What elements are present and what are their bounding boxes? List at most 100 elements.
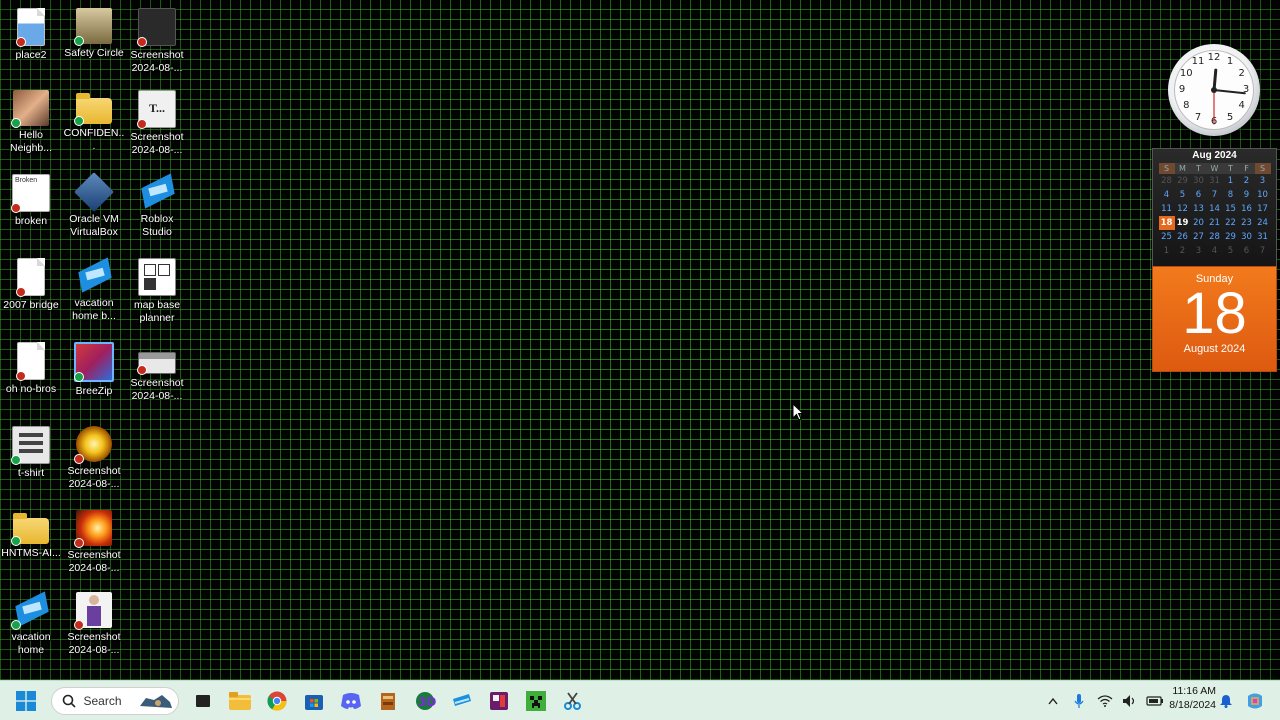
windows-logo-icon [16,691,36,711]
microphone-button[interactable] [1068,685,1090,717]
calendar-day-cell[interactable]: 15 [1223,202,1239,216]
calendar-day-cell[interactable]: 6 [1191,188,1207,202]
calendar-gadget[interactable]: Aug 2024 S M T W T F S 28 29 30 31 1 2 3 4 5 6 7 8 9 10 11 12 1… [1152,148,1277,267]
microsoft-store-button[interactable] [298,685,330,717]
notifications-button[interactable] [1215,685,1237,717]
calendar-day-cell[interactable]: 5 [1223,244,1239,258]
desktop-icon-label: Screenshot 2024-08-... [130,377,184,402]
game-shortcut-icon [11,90,49,128]
desktop-icon-safety-circle[interactable]: Safety Circle [63,6,125,60]
taskbar-clock[interactable]: 11:16 AM 8/18/2024 [1160,684,1216,712]
calendar-day-cell[interactable]: 29 [1175,174,1191,188]
date-gadget[interactable]: Sunday 18 August 2024 [1152,266,1277,372]
chrome-button[interactable] [261,685,293,717]
sync-ok-icon [11,536,21,546]
desktop-icon-broken[interactable]: Broken broken [0,172,62,228]
desktop-icon-label: Screenshot 2024-08-... [130,49,184,74]
desktop-icon-screenshot-5[interactable]: Screenshot 2024-08-... [63,424,125,491]
roblox-studio-icon [139,174,175,210]
calendar-day-cell[interactable]: 17 [1255,202,1271,216]
desktop-icon-screenshot-1[interactable]: Screenshot 2024-08-... [126,6,188,75]
snipping-tool-button[interactable] [557,685,589,717]
analog-clock-gadget[interactable]: 121234567891011 [1168,44,1260,136]
calendar-day-cell[interactable]: 24 [1255,216,1271,230]
taskbar-app-2[interactable]: 3D [409,685,441,717]
calendar-day-cell[interactable]: 10 [1255,188,1271,202]
discord-icon [340,693,361,709]
calendar-day-cell[interactable]: 30 [1191,174,1207,188]
desktop-icon-confidential[interactable]: CONFIDEN... [63,88,125,153]
calendar-day-cell[interactable]: 30 [1239,230,1255,244]
taskbar-search-box[interactable]: Search [50,687,179,715]
file-explorer-button[interactable] [224,685,256,717]
desktop-icon-place2[interactable]: place2 [0,6,62,62]
calendar-day-cell[interactable]: 1 [1223,174,1239,188]
calendar-day-cell[interactable]: 13 [1191,202,1207,216]
desktop-icon-vacation-home[interactable]: vacation home [0,590,62,657]
calendar-day-cell[interactable]: 29 [1223,230,1239,244]
calendar-day-cell[interactable]: 11 [1159,202,1175,216]
desktop-icon-vacation-home-b[interactable]: vacation home b... [63,256,125,323]
calendar-day-cell[interactable]: 7 [1255,244,1271,258]
calendar-day-cell[interactable]: 8 [1223,188,1239,202]
desktop-icon-breezip[interactable]: BreeZip [63,340,125,398]
desktop-icon-t-shirt[interactable]: t-shirt [0,424,62,480]
calendar-day-cell[interactable]: 28 [1159,174,1175,188]
search-highlight-icon [139,695,172,708]
calendar-day-cell[interactable]: 22 [1223,216,1239,230]
start-button[interactable] [10,685,42,717]
taskbar-app-1[interactable] [372,685,404,717]
desktop-icon-hntms-ai[interactable]: HNTMS-AI... [0,508,62,560]
taskbar-app-3[interactable] [483,685,515,717]
calendar-day-cell[interactable]: 7 [1207,188,1223,202]
sync-ok-icon [11,118,21,128]
calendar-day-cell[interactable]: 31 [1207,174,1223,188]
calendar-day-cell[interactable]: 23 [1239,216,1255,230]
wifi-button[interactable] [1095,685,1115,717]
calendar-day-cell[interactable]: 3 [1255,174,1271,188]
desktop-icon-oh-no-bros[interactable]: oh no-bros [0,340,62,396]
desktop-icon-screenshot-7[interactable]: Screenshot 2024-08-... [63,590,125,657]
calendar-day-cell[interactable]: 20 [1191,216,1207,230]
minecraft-button[interactable] [520,685,552,717]
calendar-day-cell[interactable]: 25 [1159,230,1175,244]
calendar-day-cell[interactable]: 1 [1159,244,1175,258]
calendar-day-cell[interactable]: 4 [1159,188,1175,202]
desktop-icon-label: 2007 bridge [3,299,59,311]
calendar-day-cell[interactable]: 16 [1239,202,1255,216]
volume-button[interactable] [1120,685,1140,717]
calendar-day-cell[interactable]: 5 [1175,188,1191,202]
calendar-day-cell[interactable]: 12 [1175,202,1191,216]
calendar-today-cell[interactable]: 18 [1158,216,1175,230]
calendar-day-cell[interactable]: 2 [1175,244,1191,258]
desktop-icon-screenshot-6[interactable]: Screenshot 2024-08-... [63,508,125,575]
desktop-icon-2007-bridge[interactable]: 2007 bridge [0,256,62,312]
calendar-day-cell[interactable]: 9 [1239,188,1255,202]
image-file-icon [11,426,50,465]
desktop-icon-roblox-studio[interactable]: Roblox Studio [126,172,188,239]
calendar-day-cell[interactable]: 2 [1239,174,1255,188]
desktop-icon-screenshot-4[interactable]: Screenshot 2024-08-... [126,340,188,403]
clock-number: 9 [1178,84,1186,95]
copilot-button[interactable] [1242,685,1268,717]
calendar-day-cell[interactable]: 6 [1239,244,1255,258]
calendar-day-cell[interactable]: 26 [1175,230,1191,244]
desktop-icon-label: HNTMS-AI... [1,547,61,559]
calendar-day-cell[interactable]: 27 [1191,230,1207,244]
desktop-icon-map-base-planner[interactable]: map base planner [126,256,188,325]
roblox-studio-taskbar-button[interactable] [446,685,478,717]
calendar-day-cell[interactable]: 4 [1207,244,1223,258]
calendar-day-cell[interactable]: 28 [1207,230,1223,244]
calendar-day-cell[interactable]: 14 [1207,202,1223,216]
desktop-icon-screenshot-2[interactable]: T... Screenshot 2024-08-... [126,88,188,157]
calendar-day-cell[interactable]: 31 [1255,230,1271,244]
calendar-day-cell[interactable]: 3 [1191,244,1207,258]
calendar-day-cell[interactable]: 21 [1207,216,1223,230]
desktop-icon-hello-neighbor[interactable]: Hello Neighb... [0,88,62,155]
discord-button[interactable] [335,685,367,717]
task-view-button[interactable] [187,685,219,717]
desktop-wallpaper[interactable]: place2 Hello Neighb... Broken broken 200… [0,0,1280,680]
calendar-day-cell[interactable]: 19 [1175,216,1191,230]
desktop-icon-oracle-vm-virtualbox[interactable]: Oracle VM VirtualBox [63,172,125,239]
show-hidden-icons-button[interactable] [1043,685,1063,717]
